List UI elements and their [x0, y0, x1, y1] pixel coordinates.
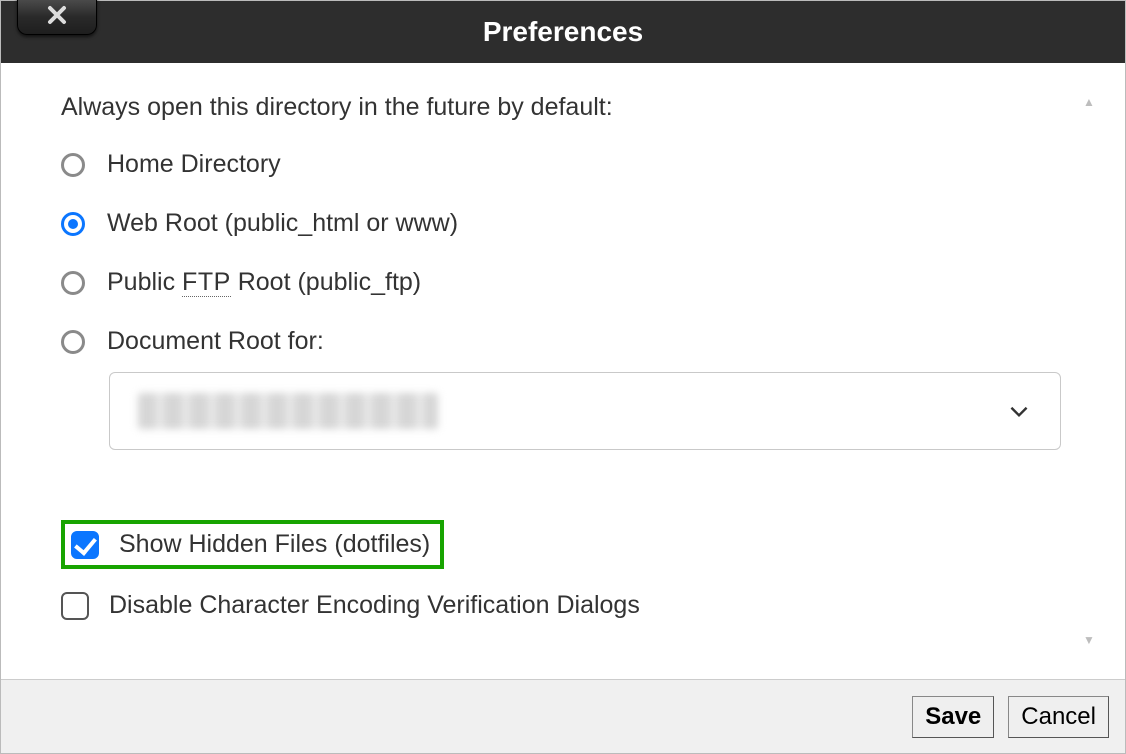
close-icon: [46, 4, 68, 26]
checkbox-label: Show Hidden Files (dotfiles): [119, 530, 430, 559]
dialog-titlebar: Preferences: [1, 1, 1125, 63]
close-button[interactable]: [17, 0, 97, 35]
radio-label: Public FTP Root (public_ftp): [107, 268, 421, 297]
radio-label: Document Root for:: [107, 327, 324, 356]
radio-label-pre: Public: [107, 268, 182, 296]
dialog-footer: Save Cancel: [1, 679, 1125, 753]
radio-icon: [61, 212, 85, 236]
checkbox-encoding[interactable]: [61, 592, 89, 620]
dialog-body: Always open this directory in the future…: [1, 63, 1125, 679]
radio-label-post: Root (public_ftp): [231, 268, 421, 296]
save-button[interactable]: Save: [912, 696, 994, 738]
scrollbar[interactable]: ▲ ▼: [1081, 95, 1097, 647]
cancel-button[interactable]: Cancel: [1008, 696, 1109, 738]
checkbox-row-encoding: Disable Character Encoding Verification …: [61, 591, 1065, 620]
radio-icon: [61, 153, 85, 177]
radio-option-webroot[interactable]: Web Root (public_html or www): [61, 209, 1065, 238]
docroot-select[interactable]: [109, 372, 1061, 450]
checkbox-row-dotfiles: Show Hidden Files (dotfiles): [61, 520, 1065, 569]
radio-label: Web Root (public_html or www): [107, 209, 458, 238]
scroll-down-icon: ▼: [1083, 633, 1095, 647]
checkbox-label: Disable Character Encoding Verification …: [109, 591, 640, 620]
dialog-title: Preferences: [483, 16, 643, 48]
chevron-down-icon: [1006, 398, 1032, 424]
radio-icon: [61, 271, 85, 295]
section-heading: Always open this directory in the future…: [61, 93, 1065, 122]
docroot-select-value: [138, 393, 438, 429]
checkbox-dotfiles[interactable]: [71, 531, 99, 559]
scroll-up-icon: ▲: [1083, 95, 1095, 109]
radio-label: Home Directory: [107, 150, 281, 179]
radio-icon: [61, 330, 85, 354]
radio-option-docroot[interactable]: Document Root for:: [61, 327, 1065, 356]
radio-option-ftp[interactable]: Public FTP Root (public_ftp): [61, 268, 1065, 297]
radio-option-home[interactable]: Home Directory: [61, 150, 1065, 179]
ftp-abbr: FTP: [182, 268, 231, 297]
dotfiles-highlight: Show Hidden Files (dotfiles): [61, 520, 444, 569]
